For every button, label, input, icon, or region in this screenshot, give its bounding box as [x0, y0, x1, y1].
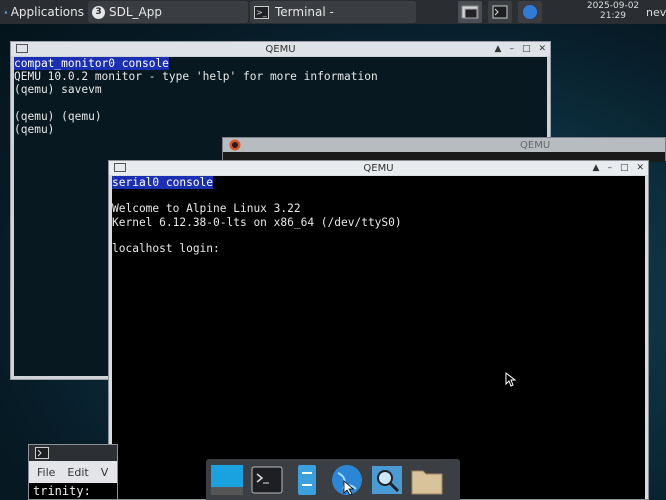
- clock[interactable]: 2025-09-02 21:29: [580, 1, 646, 21]
- shade-icon[interactable]: ▲: [593, 163, 600, 173]
- window-menu-icon[interactable]: [16, 44, 28, 53]
- dock: [206, 459, 460, 500]
- xfce-logo-icon: [4, 10, 8, 14]
- applications-label: Applications: [10, 5, 84, 19]
- window-title: QEMU: [363, 162, 394, 174]
- console-line: (qemu) (qemu): [14, 109, 102, 123]
- workspace-1-button[interactable]: [458, 1, 482, 23]
- app-finder-icon[interactable]: [369, 462, 405, 498]
- folder-icon[interactable]: [409, 462, 445, 498]
- terminal-icon: [35, 447, 49, 459]
- close-icon[interactable]: ✕: [636, 163, 644, 173]
- workspace-3-button[interactable]: [518, 1, 542, 23]
- menu-bar: File Edit V: [29, 461, 117, 483]
- menu-view[interactable]: V: [101, 466, 109, 479]
- window-title: QEMU: [520, 139, 551, 151]
- top-panel: Applications 3 SDL_App >_ Terminal - 202…: [0, 0, 666, 24]
- user-menu[interactable]: nev: [646, 6, 666, 19]
- globe-icon: [523, 5, 537, 19]
- qemu-logo-icon: [229, 139, 241, 151]
- taskbar-item-sdl-app[interactable]: 3 SDL_App: [88, 1, 248, 23]
- workspace-switcher: [458, 1, 542, 23]
- terminal-icon: >_: [254, 5, 269, 19]
- minimize-icon[interactable]: –: [509, 44, 514, 54]
- menu-file[interactable]: File: [37, 466, 55, 479]
- console-line: Welcome to Alpine Linux 3.22: [112, 202, 301, 216]
- minimize-icon[interactable]: –: [607, 163, 612, 173]
- close-icon[interactable]: ✕: [538, 44, 546, 54]
- console-header: serial0 console: [112, 176, 214, 189]
- maximize-icon[interactable]: □: [522, 44, 531, 54]
- maximize-icon[interactable]: □: [620, 163, 629, 173]
- workspace-2-button[interactable]: [488, 1, 512, 23]
- taskbar-item-label: Terminal -: [275, 5, 334, 19]
- console-line: (qemu): [14, 123, 55, 137]
- console-line: QEMU 10.0.2 monitor - type 'help' for mo…: [14, 70, 378, 84]
- shell-prompt: trinity:: [33, 484, 91, 498]
- terminal-window[interactable]: File Edit V trinity:: [28, 444, 118, 500]
- console-header: compat_monitor0 console: [14, 57, 169, 70]
- show-desktop-icon[interactable]: [209, 462, 245, 498]
- file-manager-icon[interactable]: [289, 462, 325, 498]
- terminal-icon: [492, 5, 508, 19]
- taskbar-item-terminal[interactable]: >_ Terminal -: [250, 1, 416, 23]
- window-titlebar[interactable]: QEMU ▲ – □ ✕: [11, 42, 550, 56]
- clock-date: 2025-09-02: [586, 1, 640, 11]
- window-count-badge: 3: [92, 5, 105, 19]
- serial-console[interactable]: serial0 console Welcome to Alpine Linux …: [112, 176, 645, 499]
- console-line: Kernel 6.12.38-0-lts on x86_64 (/dev/tty…: [112, 215, 402, 229]
- qemu-serial-window[interactable]: QEMU ▲ – □ ✕ serial0 console Welcome to …: [108, 160, 649, 500]
- window-title: QEMU: [265, 43, 296, 55]
- window-menu-icon[interactable]: [114, 163, 126, 172]
- clock-time: 21:29: [600, 11, 626, 21]
- console-line: (qemu) savevm: [14, 83, 102, 97]
- window-titlebar[interactable]: [29, 445, 117, 461]
- terminal-output[interactable]: trinity:: [29, 483, 117, 499]
- applications-menu-button[interactable]: Applications: [0, 0, 84, 24]
- mouse-cursor-icon: [505, 372, 516, 387]
- shade-icon[interactable]: ▲: [495, 44, 502, 54]
- qemu-background-window[interactable]: QEMU: [222, 137, 666, 162]
- window-titlebar[interactable]: QEMU ▲ – □ ✕: [109, 161, 648, 175]
- web-browser-icon[interactable]: [329, 462, 365, 498]
- window-titlebar[interactable]: QEMU: [223, 138, 665, 152]
- taskbar-item-label: SDL_App: [109, 5, 162, 19]
- login-prompt: localhost login:: [112, 242, 220, 256]
- menu-edit[interactable]: Edit: [67, 466, 88, 479]
- terminal-icon[interactable]: [249, 462, 285, 498]
- window-thumbnail-icon: [461, 5, 479, 19]
